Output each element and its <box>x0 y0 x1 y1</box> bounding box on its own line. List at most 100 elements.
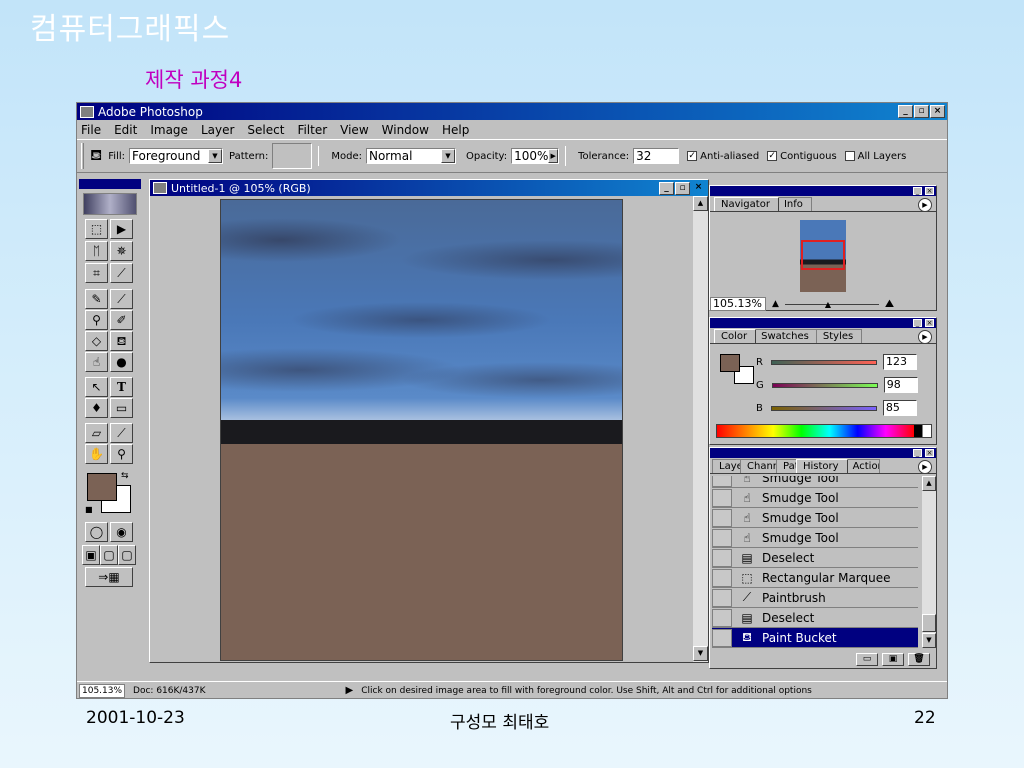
zoom-slider-handle[interactable]: ▲ <box>825 300 831 309</box>
green-slider[interactable] <box>771 382 878 388</box>
history-snapshot-box[interactable] <box>712 568 732 587</box>
smudge-tool-icon[interactable]: ☝ <box>85 352 108 372</box>
notes-tool-icon[interactable]: ▱ <box>85 423 108 443</box>
zoom-in-icon[interactable]: ⛰ <box>885 297 894 311</box>
magic-wand-icon[interactable]: ✵ <box>110 241 133 261</box>
doc-minimize-button[interactable]: _ <box>659 181 674 195</box>
pattern-picker[interactable] <box>272 143 313 169</box>
history-item[interactable]: ☝ Smudge Tool <box>712 488 918 508</box>
color-fg-swatch[interactable] <box>720 354 740 372</box>
menu-help[interactable]: Help <box>442 123 469 137</box>
tab-layers[interactable]: Layers <box>712 459 742 473</box>
eraser-tool-icon[interactable]: ◇ <box>85 331 108 351</box>
tab-paths[interactable]: Paths <box>776 459 798 473</box>
tab-actions[interactable]: Actions <box>845 459 880 473</box>
history-snapshot-box[interactable] <box>712 548 732 567</box>
mode-dropdown[interactable]: Normal ▼ <box>365 148 456 164</box>
history-snapshot-box[interactable] <box>712 608 732 627</box>
scroll-down-icon[interactable]: ▼ <box>693 646 708 661</box>
blue-slider[interactable] <box>770 405 877 411</box>
paint-bucket-icon[interactable]: ⛾ <box>110 331 133 351</box>
pen-tool-icon[interactable]: ♦ <box>85 398 108 418</box>
tolerance-input[interactable]: 32 <box>633 148 680 164</box>
menu-edit[interactable]: Edit <box>114 123 137 137</box>
menu-select[interactable]: Select <box>247 123 284 137</box>
menu-file[interactable]: File <box>81 123 101 137</box>
history-item[interactable]: ▤ Deselect <box>712 548 918 568</box>
history-snapshot-box[interactable] <box>712 628 732 647</box>
eyedropper-icon[interactable]: ⟋ <box>110 423 133 443</box>
hand-tool-icon[interactable]: ✋ <box>85 444 108 464</box>
vertical-scrollbar[interactable]: ▲ ▼ <box>693 196 708 662</box>
tab-navigator[interactable]: Navigator <box>714 197 779 211</box>
doc-close-button[interactable]: × <box>691 182 706 195</box>
status-arrow-icon[interactable]: ▶ <box>346 685 354 696</box>
tab-color[interactable]: Color <box>714 329 757 343</box>
menu-layer[interactable]: Layer <box>201 123 234 137</box>
palette-header[interactable]: _ × <box>710 186 936 196</box>
tab-channels[interactable]: Channels <box>740 459 778 473</box>
red-slider[interactable] <box>770 359 877 365</box>
color-ramp[interactable] <box>716 424 932 438</box>
new-document-from-state-icon[interactable]: ▭ <box>856 652 878 666</box>
all-layers-checkbox[interactable] <box>844 151 855 161</box>
palette-header[interactable]: _ × <box>710 448 936 458</box>
scroll-down-icon[interactable]: ▼ <box>922 633 936 648</box>
tab-history[interactable]: History <box>796 459 848 473</box>
history-snapshot-box[interactable] <box>712 488 732 507</box>
red-input[interactable]: 123 <box>882 354 917 370</box>
marquee-tool-icon[interactable]: ⬚ <box>85 219 108 239</box>
history-item[interactable]: ☝ Smudge Tool <box>712 528 918 548</box>
screen-mode-full-icon[interactable]: ▢ <box>118 545 136 565</box>
trash-icon[interactable]: 🗑 <box>908 652 930 666</box>
menu-window[interactable]: Window <box>382 123 429 137</box>
zoom-tool-icon[interactable]: ⚲ <box>110 444 133 464</box>
foreground-color-swatch[interactable] <box>87 473 117 501</box>
menu-image[interactable]: Image <box>150 123 188 137</box>
screen-mode-full-menu-icon[interactable]: ▢ <box>100 545 118 565</box>
palette-minimize-button[interactable]: _ <box>913 319 922 327</box>
palette-menu-icon[interactable]: ▶ <box>918 330 932 344</box>
standard-mode-icon[interactable]: ◯ <box>85 522 108 542</box>
palette-minimize-button[interactable]: _ <box>913 187 922 195</box>
tab-styles[interactable]: Styles <box>815 329 863 343</box>
healing-brush-icon[interactable]: ✎ <box>85 289 108 309</box>
default-colors-icon[interactable]: ■ <box>85 505 93 514</box>
opacity-field[interactable]: 100% ▶ <box>511 148 560 164</box>
crop-tool-icon[interactable]: ⌗ <box>85 263 108 283</box>
close-button[interactable]: × <box>930 105 945 118</box>
image-canvas[interactable] <box>220 199 623 661</box>
options-grip[interactable] <box>81 143 84 169</box>
screen-mode-standard-icon[interactable]: ▣ <box>82 545 100 565</box>
palette-menu-icon[interactable]: ▶ <box>918 460 932 474</box>
menu-view[interactable]: View <box>340 123 368 137</box>
doc-maximize-button[interactable]: ▫ <box>675 181 690 195</box>
palette-minimize-button[interactable]: _ <box>913 449 922 457</box>
zoom-slider[interactable]: ▲ <box>784 300 879 309</box>
swap-colors-icon[interactable]: ⇆ <box>121 471 129 481</box>
jump-to-imageready-icon[interactable]: ⇒▦ <box>85 567 133 587</box>
history-item[interactable]: ☝ Smudge Tool <box>712 508 918 528</box>
tab-info[interactable]: Info <box>776 197 812 211</box>
toolbox-header[interactable] <box>79 179 141 189</box>
history-item[interactable]: ⟋ Paintbrush <box>712 588 918 608</box>
status-zoom[interactable]: 105.13% <box>79 683 126 698</box>
palette-menu-icon[interactable]: ▶ <box>918 198 932 212</box>
contiguous-checkbox[interactable]: ✓ <box>767 151 778 161</box>
shape-tool-icon[interactable]: ▭ <box>110 398 133 418</box>
history-snapshot-box[interactable] <box>712 508 732 527</box>
type-tool-icon[interactable]: T <box>110 377 133 397</box>
new-snapshot-icon[interactable]: ▣ <box>882 652 904 666</box>
window-titlebar[interactable]: Adobe Photoshop _ ▫ × <box>77 103 947 120</box>
minimize-button[interactable]: _ <box>898 105 913 118</box>
fill-dropdown[interactable]: Foreground ▼ <box>129 148 223 164</box>
toolbox-logo[interactable] <box>83 193 137 215</box>
history-snapshot-box[interactable] <box>712 588 732 607</box>
history-item[interactable]: ☝ Smudge Tool <box>712 476 918 488</box>
history-item[interactable]: ▤ Deselect <box>712 608 918 628</box>
history-scrollbar[interactable]: ▲ ▼ <box>922 476 936 648</box>
move-tool-icon[interactable]: ▶ <box>110 219 133 239</box>
palette-close-button[interactable]: × <box>925 319 934 327</box>
palette-close-button[interactable]: × <box>925 187 934 195</box>
history-item[interactable]: ⬚ Rectangular Marquee <box>712 568 918 588</box>
